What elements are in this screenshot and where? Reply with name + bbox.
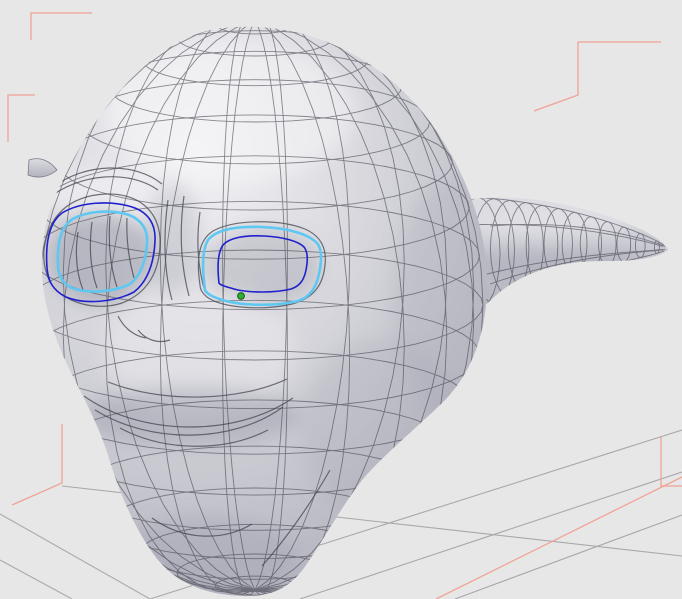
selected-vertex-dot[interactable] [237, 292, 245, 300]
selected-vertex[interactable] [237, 292, 245, 300]
mouth-shadow [80, 386, 300, 446]
application-window [0, 0, 682, 599]
viewport-canvas[interactable] [0, 0, 682, 599]
brow-furrow-shadow [144, 182, 200, 298]
